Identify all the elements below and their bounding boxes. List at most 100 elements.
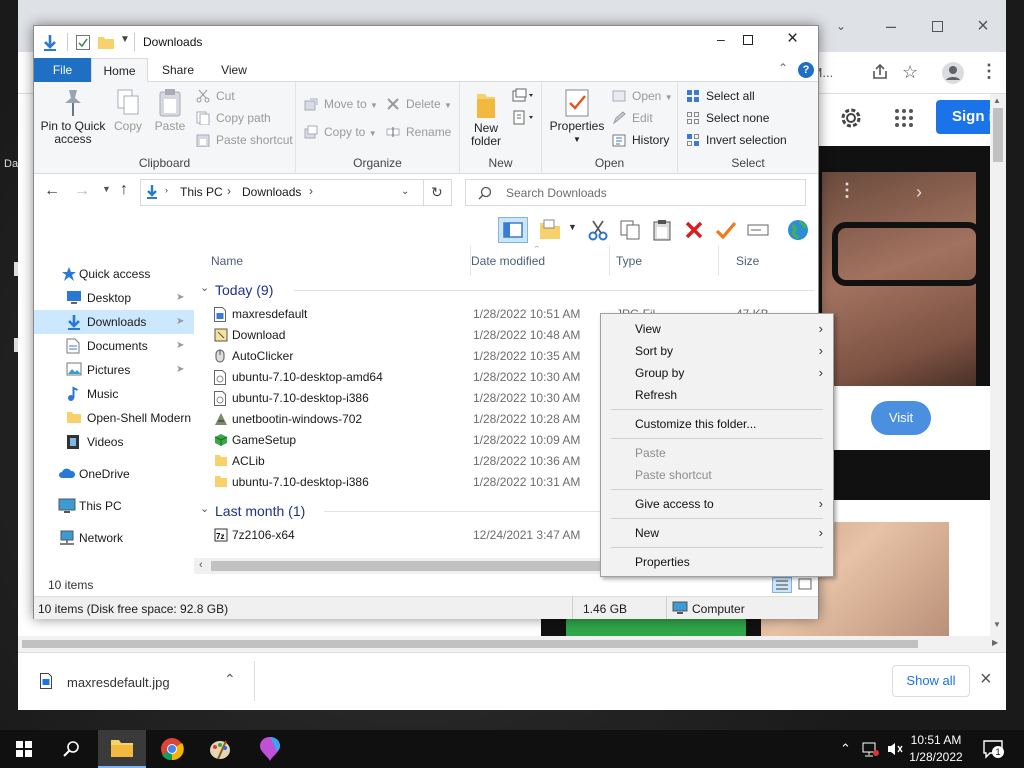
pin-icon[interactable]: ➤ (176, 286, 184, 310)
page-hscrollbar[interactable]: ▶ (18, 636, 1006, 652)
chrome-menu-icon[interactable]: ⋮ (980, 61, 998, 82)
new-folder-icon[interactable] (98, 35, 114, 49)
paste-icon[interactable] (651, 219, 673, 241)
forward-arrow-icon[interactable]: → (74, 182, 90, 200)
minimize-button[interactable]: – (717, 31, 725, 47)
column-size[interactable]: Size (719, 246, 818, 276)
menu-item-sort-by[interactable]: Sort by › (601, 340, 833, 362)
bookmark-star-icon[interactable]: ☆ (902, 62, 918, 83)
globe-icon[interactable] (786, 218, 810, 242)
settings-gear-icon[interactable] (838, 105, 864, 131)
menu-item-customize[interactable]: Customize this folder... (601, 413, 833, 435)
scroll-down-icon[interactable]: ▼ (993, 620, 1001, 629)
nav-network[interactable]: Network (34, 526, 194, 550)
history-button[interactable]: History (610, 130, 669, 150)
column-date-modified[interactable]: Date modified (454, 246, 610, 276)
edit-button[interactable]: Edit (610, 108, 653, 128)
nav-music[interactable]: Music (34, 382, 194, 406)
scroll-left-icon[interactable]: ‹ (199, 559, 203, 571)
start-button[interactable] (0, 730, 48, 768)
close-button[interactable]: × (787, 28, 798, 50)
pin-quick-access-button[interactable]: Pin to Quick access (38, 88, 108, 146)
copy-path-button[interactable]: Copy path (194, 108, 271, 128)
up-arrow-icon[interactable]: ↑ (120, 181, 128, 199)
more-options-icon[interactable]: ⋮ (838, 180, 856, 201)
nav-pictures[interactable]: Pictures ➤ (34, 358, 194, 382)
network-tray-icon[interactable] (862, 741, 880, 757)
chevron-up-icon[interactable]: ⌃ (840, 741, 851, 757)
page-scrollbar[interactable]: ▲ ▼ (990, 94, 1006, 644)
menu-item-group-by[interactable]: Group by › (601, 362, 833, 384)
chevron-down-icon[interactable]: ⌄ (200, 281, 209, 294)
easy-access-icon[interactable] (512, 110, 534, 126)
properties-check-icon[interactable] (76, 35, 90, 50)
minimize-button[interactable]: – (868, 0, 914, 52)
scroll-up-icon[interactable]: ▲ (993, 96, 1001, 105)
file-explorer-taskbar-icon[interactable] (98, 730, 146, 768)
crumb-downloads[interactable]: Downloads (242, 185, 301, 199)
show-all-button[interactable]: Show all (892, 665, 970, 697)
chevron-down-icon[interactable]: ▼ (568, 222, 577, 232)
new-folder-button[interactable]: New folder (466, 90, 506, 148)
details-view-button[interactable] (772, 577, 792, 593)
pin-icon[interactable]: ➤ (176, 334, 184, 358)
profile-avatar[interactable] (942, 62, 964, 84)
breadcrumb[interactable]: › This PC › Downloads › ⌄ ↻ (140, 179, 452, 206)
column-name[interactable]: Name (194, 246, 471, 276)
clock-time[interactable]: 10:51 AM (906, 733, 966, 747)
back-arrow-icon[interactable]: ← (44, 182, 60, 200)
refresh-icon[interactable]: ↻ (431, 184, 443, 201)
menu-item-give-access[interactable]: Give access to › (601, 493, 833, 515)
menu-item-view[interactable]: View › (601, 318, 833, 340)
copy-to-button[interactable]: Copy to ▼ (302, 122, 377, 142)
chevron-up-icon[interactable]: ⌃ (224, 671, 236, 688)
nav-videos[interactable]: Videos (34, 430, 194, 454)
close-button[interactable]: × (960, 0, 1006, 52)
address-dropdown-icon[interactable]: ⌄ (401, 186, 409, 197)
select-none-button[interactable]: Select none (684, 108, 769, 128)
visit-button[interactable]: Visit (871, 401, 931, 435)
paste-shortcut-button[interactable]: Paste shortcut (194, 130, 293, 150)
nav-quick-access[interactable]: Quick access (34, 262, 194, 286)
tab-file[interactable]: File (34, 58, 91, 82)
close-shelf-icon[interactable]: × (980, 668, 992, 691)
new-item-icon[interactable] (512, 88, 534, 104)
rename-icon[interactable] (747, 219, 769, 241)
scrollbar-thumb[interactable] (993, 108, 1003, 162)
copy-button[interactable]: Copy (110, 88, 146, 133)
tab-home[interactable]: Home (91, 58, 148, 83)
recent-locations-icon[interactable]: ▼ (102, 184, 111, 194)
tab-view[interactable]: View (210, 58, 258, 82)
cut-button[interactable]: Cut (194, 86, 235, 106)
customize-qat-icon[interactable]: ▼ (120, 34, 130, 45)
move-to-button[interactable]: Move to ▼ (302, 94, 378, 114)
nav-documents[interactable]: Documents ➤ (34, 334, 194, 358)
sign-in-button[interactable]: Sign i (936, 100, 990, 134)
share-icon[interactable] (871, 63, 889, 81)
column-type[interactable]: Type (599, 246, 719, 276)
group-header-today[interactable]: Today (9) (215, 279, 273, 301)
tab-share[interactable]: Share (152, 58, 204, 82)
volume-muted-icon[interactable] (886, 741, 904, 757)
folder-options-icon[interactable] (538, 219, 562, 241)
preview-pane-button[interactable] (498, 217, 528, 243)
next-arrow-icon[interactable]: › (916, 182, 922, 203)
pin-icon[interactable]: ➤ (176, 310, 184, 334)
crumb-this-pc[interactable]: This PC (180, 185, 223, 199)
menu-item-new[interactable]: New › (601, 522, 833, 544)
delete-x-icon[interactable] (683, 219, 705, 241)
checkmark-icon[interactable] (715, 219, 737, 241)
nav-desktop[interactable]: Desktop ➤ (34, 286, 194, 310)
menu-item-properties[interactable]: Properties (601, 551, 833, 573)
tab-search-icon[interactable]: ⌄ (818, 0, 864, 52)
properties-button[interactable]: Properties ▼ (548, 88, 606, 146)
hscroll-thumb[interactable] (211, 561, 601, 571)
nav-onedrive[interactable]: OneDrive (34, 462, 194, 486)
open-button[interactable]: Open ▼ (610, 86, 673, 106)
menu-item-refresh[interactable]: Refresh (601, 384, 833, 406)
nav-downloads[interactable]: Downloads ➤ (34, 310, 194, 334)
maximize-button[interactable] (914, 0, 960, 52)
search-box[interactable]: Search Downloads (465, 179, 806, 206)
maximize-button[interactable] (743, 35, 753, 45)
nav-this-pc[interactable]: This PC (34, 494, 194, 518)
